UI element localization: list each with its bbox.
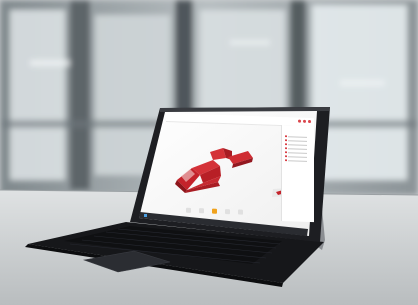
panel-item[interactable] [285, 155, 307, 158]
panel-item[interactable] [285, 135, 307, 138]
bullet-icon [285, 139, 287, 142]
user-icon[interactable] [308, 119, 311, 124]
section-tool-icon[interactable] [212, 208, 217, 214]
view-tool-icon[interactable] [238, 209, 243, 215]
view-toolbar [186, 207, 243, 215]
measure-tool-icon[interactable] [225, 209, 230, 215]
help-icon[interactable] [303, 119, 306, 123]
bullet-icon [285, 159, 287, 162]
panel-item[interactable] [285, 151, 307, 154]
panel-item[interactable] [285, 143, 307, 146]
notifications-icon[interactable] [298, 119, 301, 123]
header-actions [298, 119, 311, 124]
move-tool-icon[interactable] [199, 208, 204, 214]
bullet-icon [285, 135, 287, 138]
bullet-icon [285, 155, 287, 158]
panel-item[interactable] [285, 139, 307, 142]
select-tool-icon[interactable] [186, 207, 191, 213]
panel-item[interactable] [285, 159, 307, 162]
bullet-icon [285, 151, 287, 154]
bullet-icon [285, 143, 287, 146]
properties-panel [281, 125, 314, 223]
panel-item[interactable] [285, 147, 307, 150]
bullet-icon [285, 147, 287, 150]
cad-app-window [166, 113, 314, 223]
